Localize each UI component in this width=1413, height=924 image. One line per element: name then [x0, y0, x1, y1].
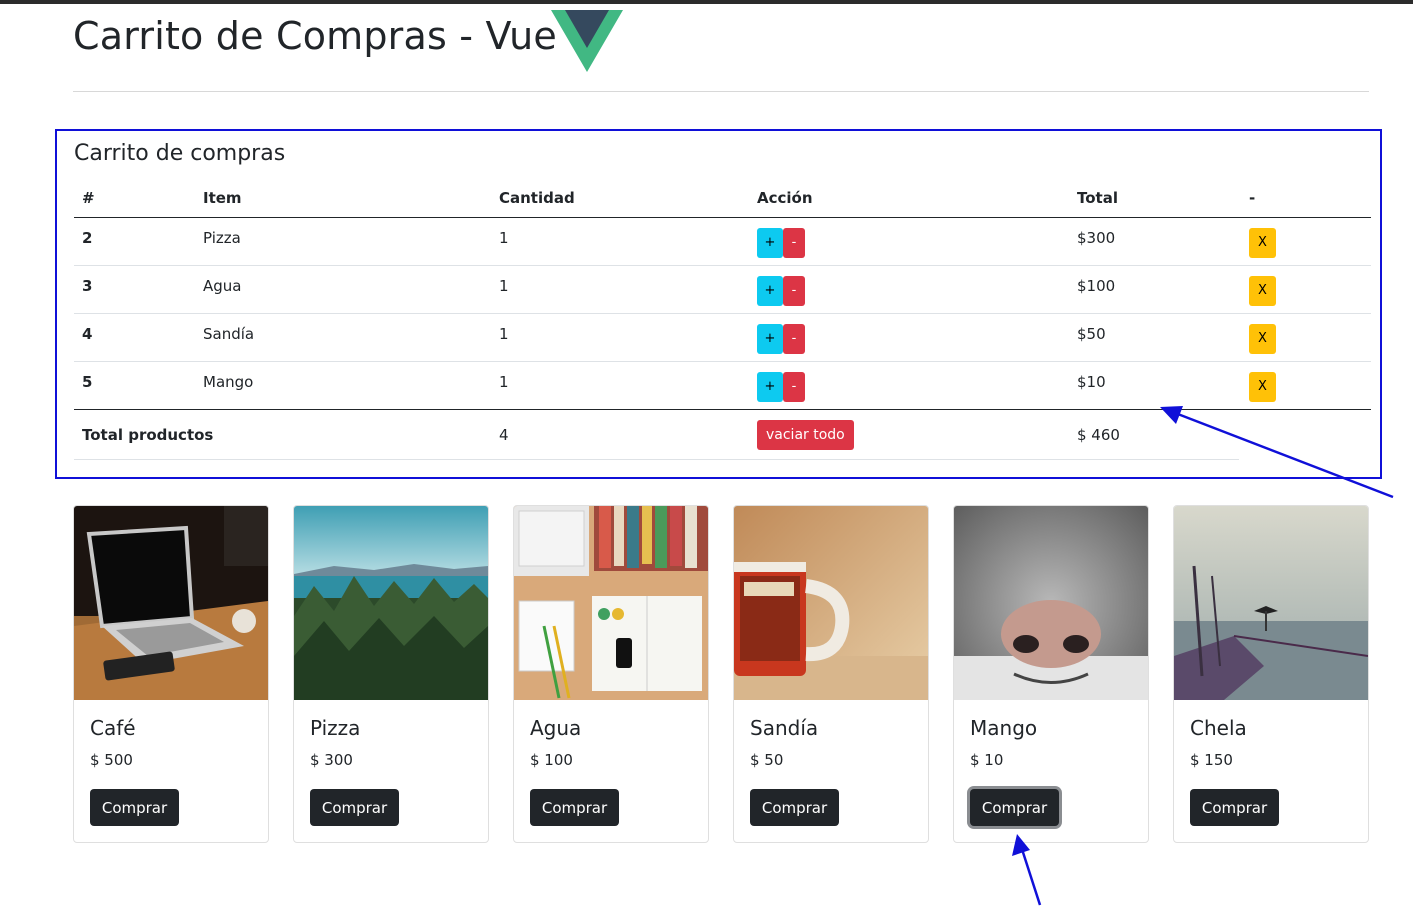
total-products-label: Total productos	[74, 411, 491, 460]
increase-button[interactable]: +	[757, 371, 783, 402]
row-item: Mango	[195, 361, 491, 410]
row-actions: + -	[749, 361, 1069, 410]
increase-button[interactable]: +	[757, 227, 783, 258]
product-image-mug	[734, 506, 928, 700]
column-header-total: Total	[1069, 179, 1241, 218]
row-remove-cell: X	[1241, 265, 1371, 314]
increase-button[interactable]: +	[757, 275, 783, 306]
row-quantity: 1	[491, 217, 749, 266]
total-products-count: 4	[491, 411, 749, 460]
product-name: Pizza	[310, 716, 361, 740]
row-id: 5	[74, 361, 195, 410]
row-total: $300	[1069, 217, 1241, 266]
column-header-number: #	[74, 179, 195, 218]
column-header-item: Item	[195, 179, 491, 218]
buy-button[interactable]: Comprar	[750, 789, 839, 826]
buy-button[interactable]: Comprar	[310, 789, 399, 826]
row-total: $100	[1069, 265, 1241, 314]
buy-button[interactable]: Comprar	[970, 789, 1059, 826]
product-image-laptop	[74, 506, 268, 700]
row-actions: + -	[749, 217, 1069, 266]
cart-footer-row: Total productos 4 vaciar todo $ 460	[74, 411, 1239, 460]
decrease-button[interactable]: -	[783, 371, 805, 402]
row-id: 2	[74, 217, 195, 266]
table-row: 5 Mango 1 + - $10 X	[74, 361, 1371, 410]
row-total: $10	[1069, 361, 1241, 410]
column-header-remove: -	[1241, 179, 1371, 218]
cart-title: Carrito de compras	[74, 141, 286, 166]
row-quantity: 1	[491, 313, 749, 362]
vue-logo-icon	[551, 10, 623, 72]
remove-item-button[interactable]: X	[1249, 323, 1276, 354]
product-image-desk	[514, 506, 708, 700]
page-title: Carrito de Compras - Vue	[73, 14, 557, 58]
buy-button[interactable]: Comprar	[1190, 789, 1279, 826]
product-card-pizza: Pizza $ 300 Comprar	[293, 505, 489, 843]
remove-item-button[interactable]: X	[1249, 227, 1276, 258]
column-header-action: Acción	[749, 179, 1069, 218]
remove-item-button[interactable]: X	[1249, 371, 1276, 402]
row-item: Agua	[195, 265, 491, 314]
row-remove-cell: X	[1241, 217, 1371, 266]
cart-grand-total: $ 460	[1069, 411, 1239, 460]
row-id: 3	[74, 265, 195, 314]
arrow-to-buy-button-icon	[1012, 834, 1042, 906]
row-remove-cell: X	[1241, 313, 1371, 362]
row-id: 4	[74, 313, 195, 362]
product-price: $ 50	[750, 751, 784, 769]
product-price: $ 10	[970, 751, 1004, 769]
row-actions: + -	[749, 313, 1069, 362]
product-image-boat	[1174, 506, 1368, 700]
decrease-button[interactable]: -	[783, 323, 805, 354]
row-item: Pizza	[195, 217, 491, 266]
table-row: 4 Sandía 1 + - $50 X	[74, 313, 1371, 362]
product-card-sandia: Sandía $ 50 Comprar	[733, 505, 929, 843]
increase-button[interactable]: +	[757, 323, 783, 354]
remove-item-button[interactable]: X	[1249, 275, 1276, 306]
cart-table: # Item Cantidad Acción Total - 2 Pizza 1…	[74, 179, 1371, 410]
row-item: Sandía	[195, 313, 491, 362]
product-name: Agua	[530, 716, 582, 740]
decrease-button[interactable]: -	[783, 227, 805, 258]
column-header-quantity: Cantidad	[491, 179, 749, 218]
buy-button[interactable]: Comprar	[90, 789, 179, 826]
product-image-cat-nose	[954, 506, 1148, 700]
row-actions: + -	[749, 265, 1069, 314]
row-quantity: 1	[491, 265, 749, 314]
cart-panel: Carrito de compras # Item Cantidad Acció…	[55, 129, 1382, 479]
product-price: $ 500	[90, 751, 133, 769]
cart-footer: Total productos 4 vaciar todo $ 460	[74, 411, 1239, 460]
buy-button[interactable]: Comprar	[530, 789, 619, 826]
product-name: Café	[90, 716, 136, 740]
page-header: Carrito de Compras - Vue	[73, 8, 1369, 92]
cart-table-header: # Item Cantidad Acción Total -	[74, 179, 1371, 218]
product-card-agua: Agua $ 100 Comprar	[513, 505, 709, 843]
row-quantity: 1	[491, 361, 749, 410]
row-remove-cell: X	[1241, 361, 1371, 410]
table-row: 3 Agua 1 + - $100 X	[74, 265, 1371, 314]
product-name: Mango	[970, 716, 1038, 740]
window-top-bar	[0, 0, 1413, 4]
product-name: Chela	[1190, 716, 1247, 740]
product-grid: Café $ 500 Comprar Pizza $ 300 Comprar A…	[73, 505, 1369, 843]
product-card-cafe: Café $ 500 Comprar	[73, 505, 269, 843]
table-row: 2 Pizza 1 + - $300 X	[74, 217, 1371, 266]
product-name: Sandía	[750, 716, 819, 740]
product-card-chela: Chela $ 150 Comprar	[1173, 505, 1369, 843]
clear-cart-button[interactable]: vaciar todo	[757, 419, 854, 450]
product-image-forest	[294, 506, 488, 700]
product-card-mango: Mango $ 10 Comprar	[953, 505, 1149, 843]
row-total: $50	[1069, 313, 1241, 362]
product-price: $ 100	[530, 751, 573, 769]
clear-cell: vaciar todo	[749, 411, 1069, 460]
product-price: $ 150	[1190, 751, 1233, 769]
product-price: $ 300	[310, 751, 353, 769]
decrease-button[interactable]: -	[783, 275, 805, 306]
